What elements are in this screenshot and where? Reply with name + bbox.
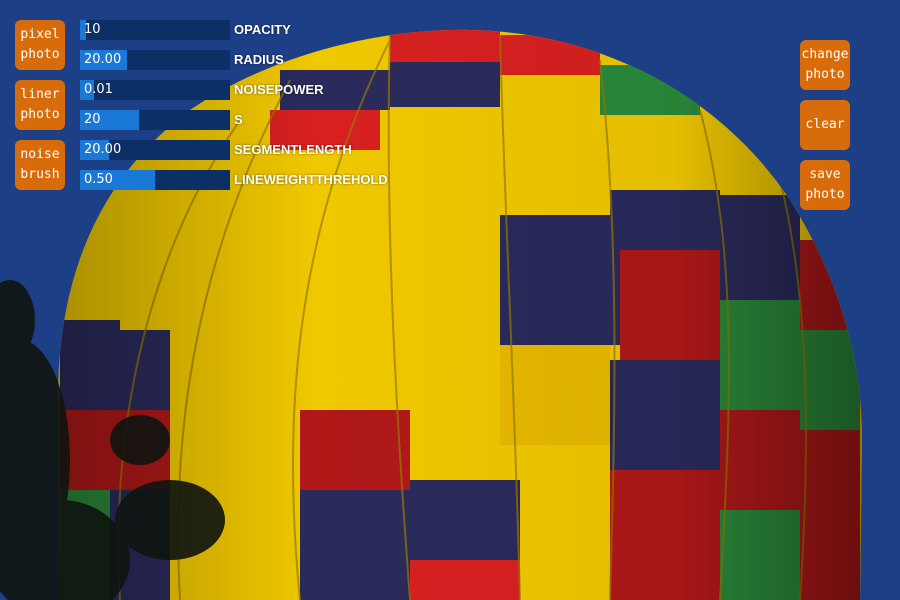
change-photo-label: change photo [801, 47, 849, 82]
s-value: 20 [84, 112, 101, 127]
segmentlength-label: SEGMENTLENGTH [234, 142, 352, 157]
change-photo-button[interactable]: change photo [800, 40, 850, 90]
segmentlength-slider[interactable]: 20.00 [80, 140, 230, 160]
noisepower-value: 0.01 [84, 82, 113, 97]
lineweightthrehold-slider[interactable]: 0.50 [80, 170, 230, 190]
clear-button[interactable]: clear [800, 100, 850, 150]
save-photo-button[interactable]: save photo [800, 160, 850, 210]
opacity-slider[interactable]: 10 [80, 20, 230, 40]
save-photo-label: save photo [805, 167, 845, 202]
s-label: S [234, 112, 243, 127]
noisepower-label: NOISEPOWER [234, 82, 324, 97]
opacity-value: 10 [84, 22, 101, 37]
noisepower-slider[interactable]: 0.01 [80, 80, 230, 100]
noise-brush-button[interactable]: noise brush [15, 140, 65, 190]
clear-label: clear [805, 117, 845, 132]
pixel-photo-button[interactable]: pixel photo [15, 20, 65, 70]
liner-photo-label: liner photo [20, 87, 60, 122]
segmentlength-value: 20.00 [84, 142, 122, 157]
lineweightthrehold-value: 0.50 [84, 172, 113, 187]
liner-photo-button[interactable]: liner photo [15, 80, 65, 130]
opacity-label: OPACITY [234, 22, 291, 37]
radius-slider[interactable]: 20.00 [80, 50, 230, 70]
noise-brush-label: noise brush [20, 147, 60, 182]
s-slider[interactable]: 20 [80, 110, 230, 130]
radius-value: 20.00 [84, 52, 122, 67]
pixel-photo-label: pixel photo [20, 27, 60, 62]
radius-label: RADIUS [234, 52, 284, 67]
lineweightthrehold-label: LINEWEIGHTTHREHOLD [234, 172, 388, 187]
